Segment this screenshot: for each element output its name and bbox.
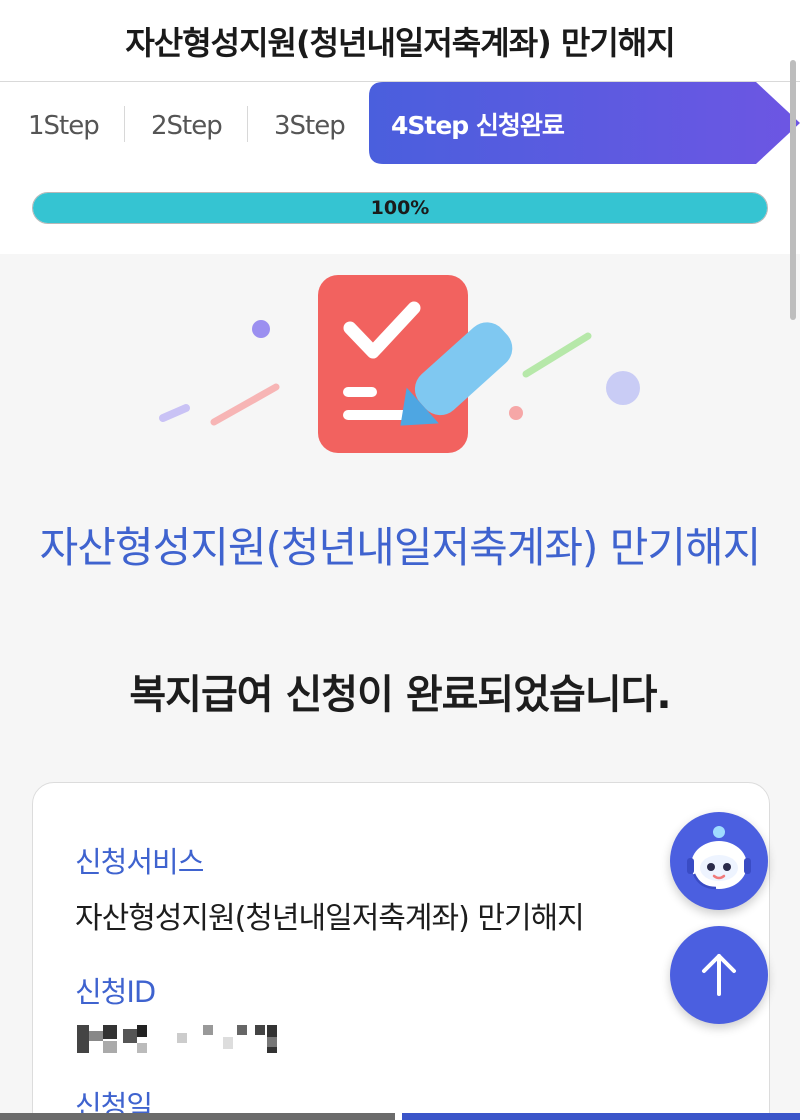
arrow-up-icon xyxy=(702,954,736,996)
progress-label: 100% xyxy=(370,197,430,219)
progress-section: 100% xyxy=(0,168,800,254)
completion-service-title: 자산형성지원(청년내일저축계좌) 만기해지 xyxy=(39,523,762,572)
chatbot-icon xyxy=(687,826,751,890)
step-1: 1Step xyxy=(28,111,100,141)
bottom-button-primary[interactable] xyxy=(402,1113,800,1120)
step-divider xyxy=(247,106,248,142)
scrollbar[interactable] xyxy=(790,60,796,320)
step-2: 2Step xyxy=(151,111,223,141)
check-document-icon xyxy=(159,275,640,453)
scroll-to-top-button[interactable] xyxy=(670,926,768,1024)
step-4-active: 4Step 신청완료 xyxy=(369,82,800,164)
step-4-label: 4Step 신청완료 xyxy=(391,111,565,140)
completion-message: 복지급여 신청이 완료되었습니다. xyxy=(129,672,671,718)
service-value: 자산형성지원(청년내일저축계좌) 만기해지 xyxy=(75,901,585,936)
application-id-redacted xyxy=(77,1025,277,1053)
application-summary-card: 신청서비스 자산형성지원(청년내일저축계좌) 만기해지 신청ID 신청일 xyxy=(32,782,770,1120)
page-title: 자산형성지원(청년내일저축계좌) 만기해지 xyxy=(125,23,675,62)
step-divider xyxy=(124,106,125,142)
bottom-button-secondary[interactable] xyxy=(0,1113,395,1120)
step-indicator: 1Step 2Step 3Step 4Step 신청완료 xyxy=(0,82,800,168)
service-label: 신청서비스 xyxy=(75,845,204,879)
progress-bar: 100% xyxy=(32,192,768,224)
step-3: 3Step xyxy=(274,111,346,141)
application-id-label: 신청ID xyxy=(75,975,156,1009)
page: 자산형성지원(청년내일저축계좌) 만기해지 1Step 2Step 3Step … xyxy=(0,0,800,1120)
chatbot-button[interactable] xyxy=(670,812,768,910)
page-header: 자산형성지원(청년내일저축계좌) 만기해지 xyxy=(0,0,800,82)
completion-illustration xyxy=(150,270,650,470)
